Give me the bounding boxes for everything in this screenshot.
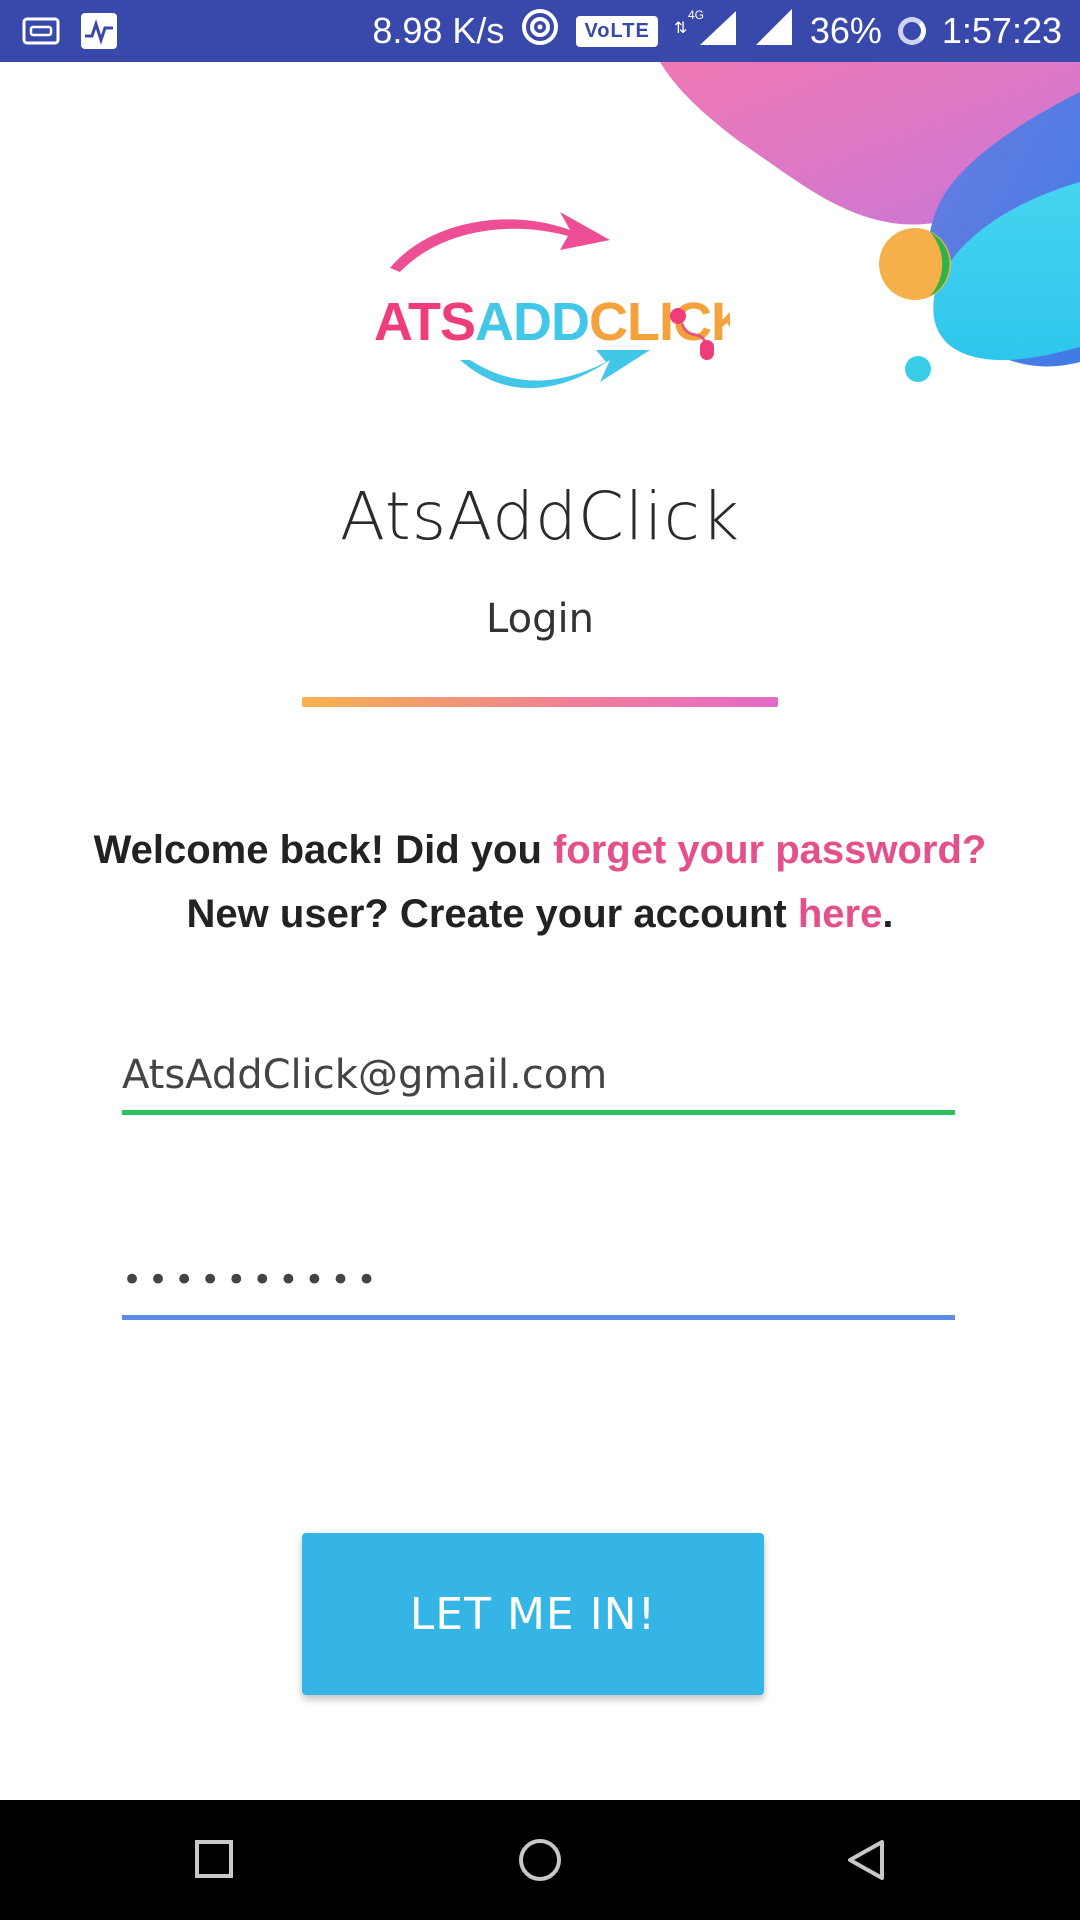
svg-text:4G: 4G — [688, 8, 704, 22]
navigation-bar — [0, 1800, 1080, 1920]
triangle-back-icon — [848, 1840, 884, 1880]
status-bar: 8.98 K/s VoLTE 4G ⇅ 36% 1:57:23 — [0, 0, 1080, 62]
welcome-line2-text: New user? Create your account — [186, 892, 798, 936]
app-logo: ATSADDCLICK — [374, 212, 730, 389]
login-button[interactable]: LET ME IN! — [302, 1533, 764, 1695]
network-speed: 8.98 K/s — [372, 10, 505, 51]
app-title: AtsAddClick — [339, 478, 741, 555]
clock: 1:57:23 — [941, 10, 1062, 51]
storage-notification-icon — [22, 12, 60, 50]
battery-ring-icon — [897, 17, 926, 45]
back-button[interactable] — [836, 1830, 896, 1890]
welcome-line1-text: Welcome back! Did you — [93, 828, 553, 872]
volte-badge: VoLTE — [576, 15, 658, 47]
title-divider — [302, 697, 778, 707]
welcome-text: Welcome back! Did you forget your passwo… — [40, 818, 1040, 946]
signal-icon — [754, 7, 794, 56]
home-button[interactable] — [510, 1830, 570, 1890]
recent-apps-button[interactable] — [185, 1830, 245, 1890]
circle-icon — [519, 1839, 561, 1881]
forgot-password-link[interactable]: forget your password? — [553, 828, 986, 872]
battery-percent: 36% — [809, 10, 882, 51]
svg-text:⇅: ⇅ — [674, 20, 687, 37]
page-subtitle: Login — [486, 596, 594, 642]
hotspot-icon — [520, 7, 560, 56]
email-field[interactable] — [122, 1040, 955, 1115]
create-account-link[interactable]: here — [798, 892, 883, 936]
signal-4g-icon: 4G ⇅ — [674, 7, 738, 56]
square-icon — [195, 1840, 233, 1878]
password-field[interactable] — [122, 1245, 955, 1320]
activity-notification-icon — [80, 12, 118, 50]
welcome-line2-suffix: . — [882, 892, 894, 936]
